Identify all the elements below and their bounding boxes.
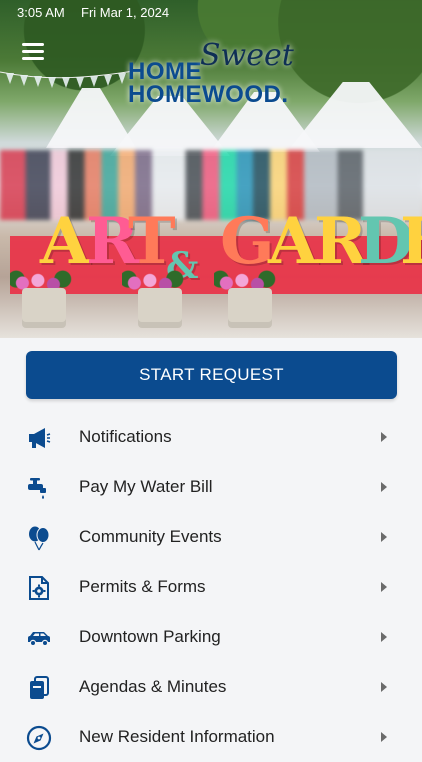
menu-item-agendas-minutes[interactable]: Agendas & Minutes: [0, 662, 422, 712]
logo-homewood: HOMEWOOD.: [128, 81, 289, 108]
sign-letter: E: [400, 210, 422, 274]
logo-sweet: Sweet: [200, 38, 294, 73]
menu-item-new-resident-info[interactable]: New Resident Information: [0, 712, 422, 762]
menu-item-label: Pay My Water Bill: [79, 477, 213, 496]
art-garden-sign: A R T & G A R D E: [0, 204, 422, 288]
chevron-right-icon: [381, 632, 387, 642]
chevron-right-icon: [381, 432, 387, 442]
planter-box: [22, 288, 66, 328]
menu-item-permits-forms[interactable]: Permits & Forms: [0, 562, 422, 612]
chevron-right-icon: [381, 582, 387, 592]
faucet-icon: [28, 478, 46, 499]
compass-icon: [26, 725, 52, 751]
start-request-button[interactable]: START REQUEST: [26, 351, 397, 399]
chevron-right-icon: [381, 482, 387, 492]
menu-item-label: Downtown Parking: [79, 627, 221, 646]
menu-icon[interactable]: [22, 43, 44, 60]
menu-item-pay-water-bill[interactable]: Pay My Water Bill: [0, 462, 422, 512]
balloons-icon: [29, 526, 50, 551]
chevron-right-icon: [381, 682, 387, 692]
sign-letter: G: [220, 204, 275, 279]
planter-box: [138, 288, 182, 328]
document-gear-icon: [29, 576, 49, 600]
megaphone-icon: [29, 428, 51, 448]
chevron-right-icon: [381, 732, 387, 742]
status-time: 3:05 AM: [17, 5, 65, 20]
menu-item-notifications[interactable]: Notifications: [0, 412, 422, 462]
menu-item-label: New Resident Information: [79, 727, 275, 746]
sign-letter: A: [40, 204, 90, 279]
menu-item-label: Notifications: [79, 427, 172, 446]
menu-item-label: Agendas & Minutes: [79, 677, 227, 696]
home-sweet-homewood-logo: HOME Sweet HOMEWOOD.: [128, 38, 298, 108]
sign-letter: A: [268, 204, 318, 279]
status-bar: 3:05 AM Fri Mar 1, 2024: [0, 0, 422, 26]
status-date: Fri Mar 1, 2024: [81, 5, 170, 20]
menu-item-downtown-parking[interactable]: Downtown Parking: [0, 612, 422, 662]
planter-box: [228, 288, 272, 328]
menu-item-community-events[interactable]: Community Events: [0, 512, 422, 562]
main-menu: Notifications Pay My Water Bill Communit…: [0, 412, 422, 762]
menu-item-label: Community Events: [79, 527, 222, 546]
folder-stack-icon: [30, 676, 49, 699]
car-icon: [28, 632, 50, 647]
start-request-label: START REQUEST: [139, 365, 284, 384]
menu-item-label: Permits & Forms: [79, 577, 206, 596]
chevron-right-icon: [381, 532, 387, 542]
